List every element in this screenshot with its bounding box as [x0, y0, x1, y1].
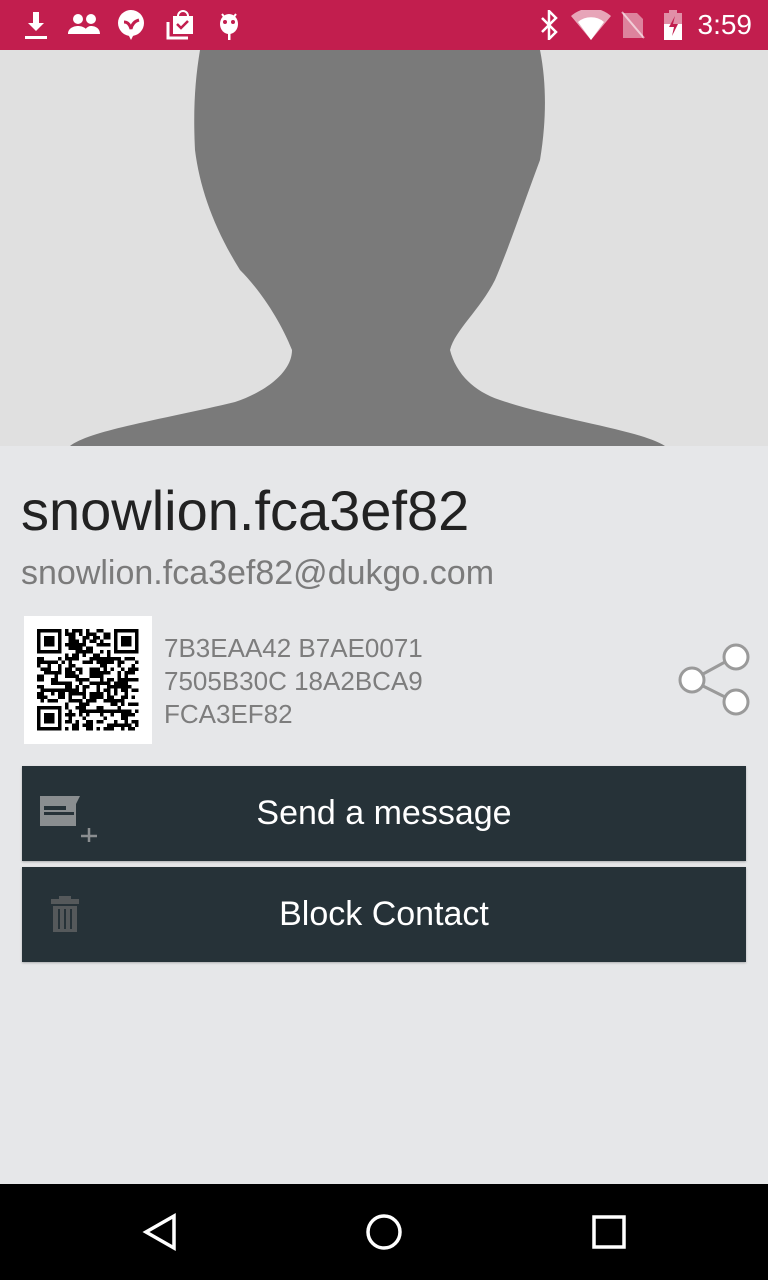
- avatar-silhouette-icon: [70, 50, 665, 446]
- send-message-button[interactable]: Send a message: [22, 766, 746, 861]
- status-bar: 3:59: [0, 0, 768, 50]
- block-contact-label: Block Contact: [279, 895, 489, 933]
- navigation-bar: [0, 1184, 768, 1280]
- shopping-bag-check-icon: [166, 10, 193, 40]
- recents-icon: [592, 1215, 626, 1249]
- people-icon: [68, 14, 100, 34]
- chat-bubble-icon: [118, 10, 144, 40]
- recents-button[interactable]: [590, 1212, 630, 1252]
- battery-charging-icon: [664, 10, 682, 40]
- fingerprint: 7B3EAA42 B7AE0071 7505B30C 18A2BCA9 FCA3…: [164, 632, 423, 731]
- download-icon: [25, 12, 47, 39]
- qr-code[interactable]: [24, 616, 152, 744]
- bluetooth-icon: [541, 10, 558, 40]
- share-icon[interactable]: [676, 640, 752, 720]
- back-button[interactable]: [140, 1212, 180, 1252]
- contact-photo: [0, 50, 768, 446]
- send-message-label: Send a message: [256, 794, 512, 832]
- clock: 3:59: [697, 9, 753, 40]
- wifi-icon: [571, 10, 611, 40]
- fingerprint-line: 7B3EAA42 B7AE0071: [164, 633, 423, 663]
- qr-code-image: [37, 629, 139, 731]
- home-button[interactable]: [364, 1212, 404, 1252]
- fingerprint-line: 7505B30C 18A2BCA9: [164, 666, 423, 696]
- contact-email: snowlion.fca3ef82@dukgo.com: [21, 554, 495, 592]
- contact-name: snowlion.fca3ef82: [21, 479, 470, 542]
- new-message-icon: [40, 796, 97, 842]
- android-icon: [220, 13, 238, 40]
- trash-icon: [51, 896, 79, 932]
- back-icon: [142, 1212, 176, 1252]
- no-sim-icon: [621, 11, 645, 39]
- block-contact-button[interactable]: Block Contact: [22, 867, 746, 962]
- home-icon: [366, 1214, 402, 1250]
- fingerprint-line: FCA3EF82: [164, 699, 293, 729]
